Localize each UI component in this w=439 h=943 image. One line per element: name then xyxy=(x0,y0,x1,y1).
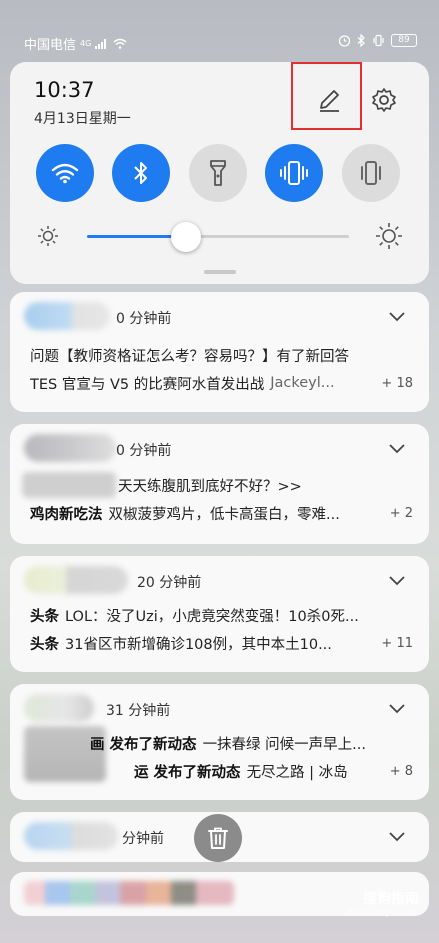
notification-text: TES 官宣与 V5 的比赛阿水首发出战 xyxy=(30,376,265,393)
brightness-low-icon xyxy=(38,226,58,246)
notification-line: 天天练腹肌到底好不好？>> xyxy=(118,474,413,496)
status-right: 89 xyxy=(338,34,417,47)
notification-text: 一抹春绿 问候一声早上... xyxy=(202,736,366,753)
flashlight-toggle[interactable] xyxy=(189,144,247,202)
blurred-content xyxy=(24,881,234,905)
watermark-url: zhinan.sogou.com xyxy=(346,908,419,917)
notification-text: 问题【教师资格证怎么考？容易吗？】有了新回答 xyxy=(30,348,349,365)
chevron-down-icon[interactable] xyxy=(387,306,407,326)
notification-time: 0 分钟前 xyxy=(116,443,172,459)
notification-line: TES 官宣与 V5 的比赛阿水首发出战 Jackeyl... + 18 xyxy=(30,372,413,394)
notification-card[interactable]: 0 分钟前 天天练腹肌到底好不好？>> 鸡肉新吃法 双椒菠萝鸡片，低卡高蛋白，零… xyxy=(10,424,429,544)
notification-time: 31 分钟前 xyxy=(106,703,171,719)
chevron-down-icon[interactable] xyxy=(387,570,407,590)
notification-line: 画 发布了新动态 一抹春绿 问候一声早上... xyxy=(90,732,413,754)
notification-count: + 2 xyxy=(389,505,413,521)
notification-author: Jackeyl... xyxy=(270,375,335,391)
notification-time: 分钟前 xyxy=(122,831,164,847)
wifi-toggle[interactable] xyxy=(36,144,94,202)
chevron-down-icon[interactable] xyxy=(387,826,407,846)
wifi-icon xyxy=(51,163,79,184)
quick-settings-panel: 10:37 4月13日星期一 xyxy=(10,62,429,284)
notification-count: + 8 xyxy=(389,763,413,779)
app-icon xyxy=(24,566,128,594)
signal-label: 4G xyxy=(80,39,92,48)
notification-line: 头条 31省区市新增确诊108例，其中本土10... + 11 xyxy=(30,632,413,654)
notification-time: 0 分钟前 xyxy=(116,311,172,327)
clock-date: 4月13日星期一 xyxy=(34,111,131,127)
notification-count: + 18 xyxy=(381,375,413,391)
notification-count: + 11 xyxy=(381,635,413,651)
bluetooth-toggle[interactable] xyxy=(112,144,170,202)
chevron-down-icon[interactable] xyxy=(387,438,407,458)
notification-line: 运 发布了新动态 无尽之路 | 冰岛 + 8 xyxy=(134,760,413,782)
watermark-title: 搜狗指南 xyxy=(363,891,419,907)
signal-icon xyxy=(95,39,107,49)
notification-card[interactable]: 31 分钟前 画 发布了新动态 一抹春绿 问候一声早上... 运 发布了新动态 … xyxy=(10,684,429,800)
notification-card[interactable]: 20 分钟前 头条 LOL：没了Uzi，小虎竟突然变强！10杀0死... 头条 … xyxy=(10,556,429,672)
notification-source: 鸡肉新吃法 xyxy=(30,506,103,523)
notification-line: 问题【教师资格证怎么考？容易吗？】有了新回答 xyxy=(30,344,413,366)
phone-ring-icon xyxy=(361,161,381,185)
notification-text: 31省区市新增确诊108例，其中本土10... xyxy=(65,636,332,653)
brightness-slider-thumb[interactable] xyxy=(171,222,201,252)
notification-text: 无尽之路 | 冰岛 xyxy=(246,764,348,781)
app-icon xyxy=(24,302,110,330)
app-icon xyxy=(24,694,94,722)
wifi-status-icon xyxy=(113,38,127,49)
trash-icon xyxy=(208,827,228,849)
chevron-down-icon[interactable] xyxy=(387,698,407,718)
battery-indicator: 89 xyxy=(391,34,417,47)
bluetooth-status-icon xyxy=(357,34,365,47)
notification-line: 鸡肉新吃法 双椒菠萝鸡片，低卡高蛋白，零难... + 2 xyxy=(30,502,413,524)
notification-text: LOL：没了Uzi，小虎竟突然变强！10杀0死... xyxy=(65,608,359,625)
app-icon xyxy=(24,434,116,462)
notification-line: 头条 LOL：没了Uzi，小虎竟突然变强！10杀0死... xyxy=(30,604,413,626)
app-icon xyxy=(24,822,118,850)
notification-source: 运 发布了新动态 xyxy=(134,764,241,781)
clear-all-button[interactable] xyxy=(194,814,242,862)
notification-source: 头条 xyxy=(30,608,59,625)
vibrate-toggle[interactable] xyxy=(265,144,323,202)
notification-time: 20 分钟前 xyxy=(137,575,202,591)
gear-icon[interactable] xyxy=(370,86,398,114)
carrier-label: 中国电信 xyxy=(24,38,77,53)
pencil-icon[interactable] xyxy=(315,86,343,114)
blurred-content xyxy=(22,472,116,498)
notification-source: 头条 xyxy=(30,636,59,653)
vibrate-icon xyxy=(280,161,308,185)
flashlight-icon xyxy=(210,160,226,186)
notification-text: 双椒菠萝鸡片，低卡高蛋白，零难... xyxy=(108,506,340,523)
panel-drag-handle[interactable] xyxy=(204,270,236,274)
clock-time: 10:37 xyxy=(34,78,95,102)
brightness-high-icon xyxy=(376,223,402,249)
alarm-icon xyxy=(338,35,351,47)
notification-source: 画 发布了新动态 xyxy=(90,736,197,753)
silent-toggle[interactable] xyxy=(342,144,400,202)
status-left: 中国电信 4G xyxy=(24,34,127,53)
notification-card[interactable]: 0 分钟前 问题【教师资格证怎么考？容易吗？】有了新回答 TES 官宣与 V5 … xyxy=(10,292,429,412)
status-bar: 中国电信 4G 89 xyxy=(0,0,439,60)
notification-text: 天天练腹肌到底好不好？>> xyxy=(118,478,302,495)
vibrate-status-icon xyxy=(373,34,384,47)
bluetooth-icon xyxy=(134,162,147,184)
